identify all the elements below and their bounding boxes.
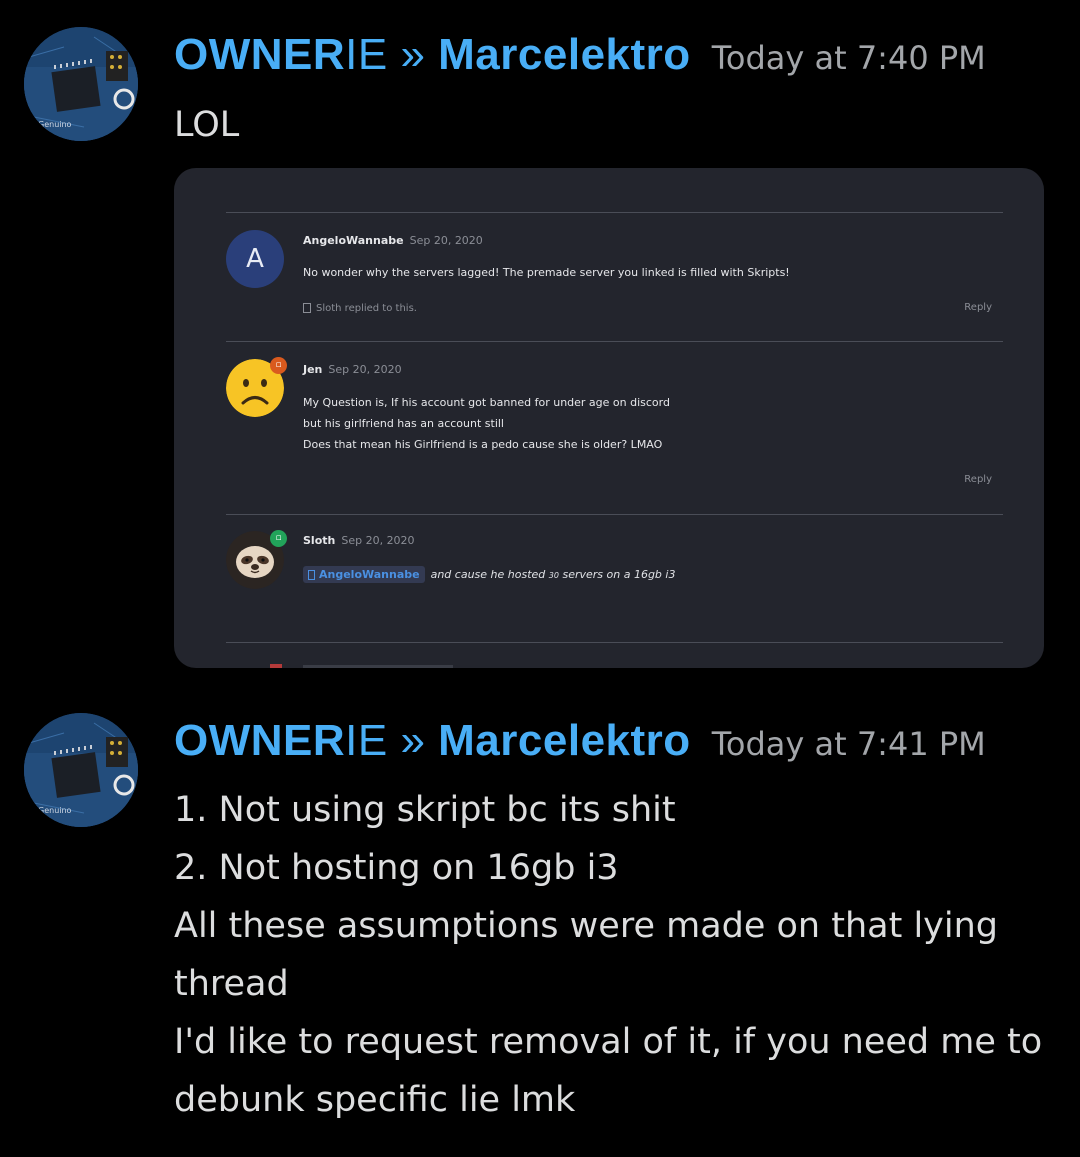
username[interactable]: OWNERIE » Marcelektro [174, 30, 691, 79]
svg-text:Genuino: Genuino [38, 806, 72, 815]
post-date: Sep 20, 2020 [409, 234, 483, 247]
post-footer: Sloth replied to this. [303, 303, 417, 314]
divider [226, 642, 1003, 643]
message-line: 2. Not hosting on 16gb i3 [174, 848, 619, 888]
circuit-board-image: Genuino [24, 713, 138, 827]
post-date: Sep 20, 2020 [341, 534, 415, 547]
cut-off-text-fragment [303, 665, 453, 668]
divider [226, 514, 1003, 515]
divider [226, 212, 1003, 213]
user-icon [308, 570, 315, 580]
username[interactable]: OWNERIE » Marcelektro [174, 716, 691, 765]
embedded-screenshot[interactable]: A AngeloWannabe Sep 20, 2020 No wonder wh… [174, 168, 1044, 668]
circuit-board-image: Genuino [24, 27, 138, 141]
cut-off-post-fragment [270, 664, 282, 668]
message-line: I'd like to request removal of it, if yo… [174, 1022, 1043, 1062]
message-line: thread [174, 964, 289, 1004]
post-body: No wonder why the servers lagged! The pr… [303, 266, 790, 279]
status-badge: ▫ [270, 357, 287, 374]
avatar: A [226, 230, 284, 288]
reply-link[interactable]: Reply [964, 474, 992, 485]
reply-link[interactable]: Reply [964, 302, 992, 313]
user-avatar[interactable]: Genuino [24, 713, 138, 827]
post-author[interactable]: AngeloWannabe Sep 20, 2020 [303, 234, 483, 247]
online-badge: ▫ [270, 530, 287, 547]
mention-link[interactable]: AngeloWannabe [303, 566, 425, 583]
message-timestamp: Today at 7:41 PM [711, 725, 986, 763]
post-body: AngeloWannabe and cause he hosted 30 serv… [303, 564, 675, 586]
svg-text:Genuino: Genuino [38, 120, 72, 129]
message-header: OWNERIE » Marcelektro Today at 7:40 PM [174, 30, 986, 80]
message-text: 1. Not using skript bc its shit 2. Not h… [174, 781, 1042, 1129]
message-header: OWNERIE » Marcelektro Today at 7:41 PM [174, 716, 986, 766]
post-date: Sep 20, 2020 [328, 363, 402, 376]
message-line: All these assumptions were made on that … [174, 906, 999, 946]
divider [226, 341, 1003, 342]
message-line: 1. Not using skript bc its shit [174, 790, 676, 830]
post-quote: and cause he hosted 30 servers on a 16gb… [430, 568, 676, 581]
post-author[interactable]: Sloth Sep 20, 2020 [303, 534, 415, 547]
post-author[interactable]: Jen Sep 20, 2020 [303, 363, 402, 376]
post-body: My Question is, If his account got banne… [303, 396, 670, 451]
user-avatar[interactable]: Genuino [24, 27, 138, 141]
message-line: debunk specific lie lmk [174, 1080, 576, 1120]
reply-indicator-icon [303, 303, 311, 313]
message-timestamp: Today at 7:40 PM [711, 39, 986, 77]
message-text: LOL [174, 105, 240, 145]
